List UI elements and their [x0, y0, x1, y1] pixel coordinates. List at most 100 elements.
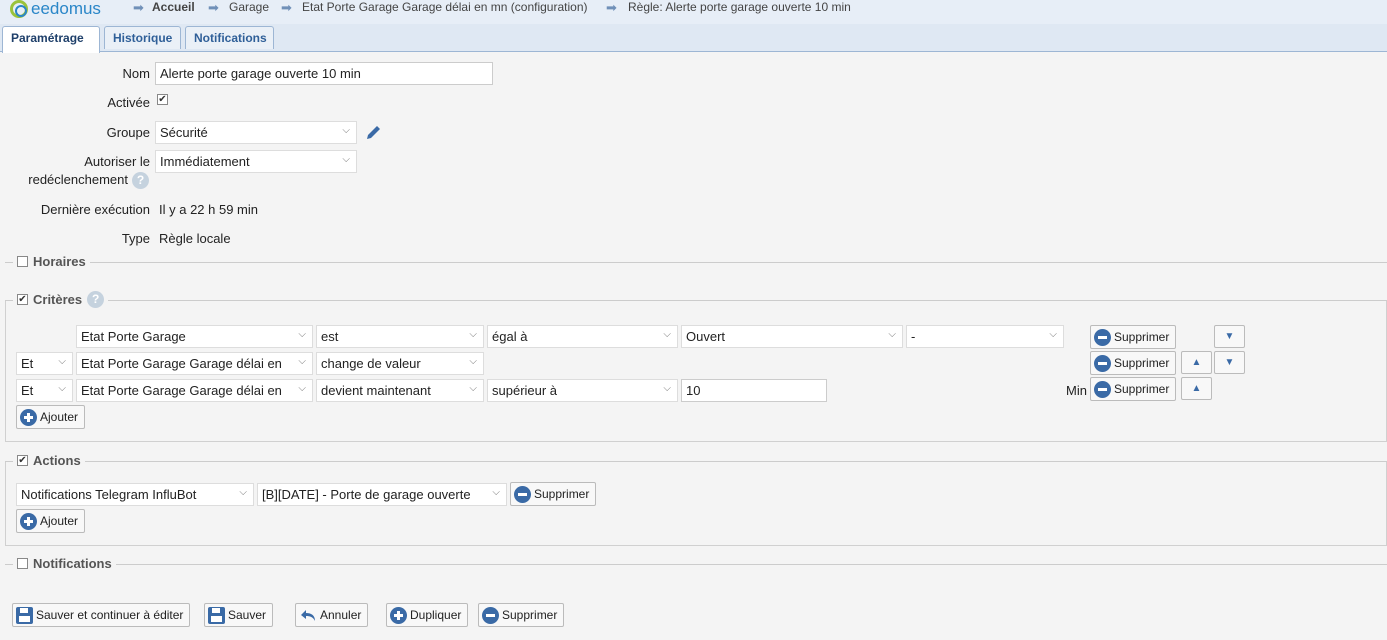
critere-3-op-select[interactable]: supérieur à ⌵ [487, 379, 678, 402]
action-delete-button[interactable]: Supprimer [510, 482, 597, 506]
move-up-button[interactable]: ▲ [1181, 377, 1212, 400]
button-label: Sauver [228, 608, 267, 622]
logo-text: eedomus [31, 0, 101, 18]
chevron-down-icon: ⌵ [492, 487, 500, 498]
chevron-down-icon: ⌵ [469, 383, 477, 394]
criteres-title: Critères [33, 292, 83, 307]
critere-1-extra-select[interactable]: - ⌵ [906, 325, 1064, 348]
select-value: égal à [492, 329, 528, 344]
select-value: Et [21, 356, 34, 371]
duplicate-icon [390, 606, 407, 624]
critere-3-value-input[interactable]: 10 [681, 379, 827, 402]
critere-1-value-select[interactable]: Ouvert ⌵ [681, 325, 903, 348]
arrow-right-icon: ➡ [606, 0, 617, 15]
button-label: Ajouter [40, 514, 79, 528]
tab-notifications[interactable]: Notifications [185, 26, 274, 49]
select-value: Etat Porte Garage Garage délai en [81, 383, 282, 398]
notifications-checkbox[interactable] [17, 558, 28, 569]
breadcrumb-home-link[interactable]: Accueil [152, 0, 195, 14]
duplicate-button[interactable]: Dupliquer [386, 603, 469, 627]
delete-button[interactable]: Supprimer [478, 603, 565, 627]
horaires-title: Horaires [33, 254, 86, 269]
autoriser-label-line2: redéclenchement [28, 172, 128, 187]
critere-3-conj-select[interactable]: Et ⌵ [16, 379, 73, 402]
undo-icon [301, 609, 315, 621]
horaires-legend: Horaires [13, 254, 90, 269]
critere-3-verb-select[interactable]: devient maintenant ⌵ [316, 379, 484, 402]
actions-divider [5, 461, 1387, 462]
criteres-add-button[interactable]: Ajouter [16, 405, 86, 429]
minus-circle-icon [1094, 354, 1111, 372]
critere-2-conj-select[interactable]: Et ⌵ [16, 352, 73, 375]
save-button[interactable]: Sauver [204, 603, 274, 627]
chevron-down-icon: ⌵ [342, 125, 350, 136]
critere-3-device-select[interactable]: Etat Porte Garage Garage délai en ⌵ [76, 379, 313, 402]
minus-circle-icon [482, 606, 499, 624]
actions-add-button[interactable]: Ajouter [16, 509, 86, 533]
select-value: Etat Porte Garage [81, 329, 186, 344]
criteres-checkbox[interactable]: ✔ [17, 294, 28, 305]
tab-historique[interactable]: Historique [104, 26, 181, 49]
breadcrumb-garage-link[interactable]: Garage [229, 0, 269, 14]
action-select[interactable]: [B][DATE] - Porte de garage ouverte ⌵ [257, 483, 507, 506]
horaires-checkbox[interactable] [17, 256, 28, 267]
button-label: Supprimer [534, 487, 590, 501]
autoriser-select-value: Immédiatement [160, 154, 250, 169]
tab-parametrage[interactable]: Paramétrage [2, 26, 100, 53]
activee-label: Activée [107, 95, 150, 110]
nom-label: Nom [122, 66, 150, 81]
chevron-down-icon: ⌵ [239, 487, 247, 498]
action-device-select[interactable]: Notifications Telegram InfluBot ⌵ [16, 483, 254, 506]
floppy-disk-icon [16, 606, 33, 624]
groupe-select-value: Sécurité [160, 125, 208, 140]
criteres-divider [5, 300, 1387, 301]
button-label: Supprimer [502, 608, 558, 622]
move-down-button[interactable]: ▼ [1214, 325, 1245, 348]
arrow-right-icon: ➡ [133, 0, 144, 15]
autoriser-label-line1: Autoriser le [84, 154, 150, 169]
cancel-button[interactable]: Annuler [295, 603, 369, 627]
help-icon[interactable]: ? [132, 172, 149, 189]
groupe-label: Groupe [106, 125, 150, 140]
help-icon[interactable]: ? [87, 291, 105, 308]
select-value: Notifications Telegram InfluBot [21, 487, 197, 502]
move-down-button[interactable]: ▼ [1214, 351, 1245, 374]
button-label: Ajouter [40, 410, 79, 424]
chevron-down-icon: ⌵ [58, 383, 66, 394]
autoriser-select[interactable]: Immédiatement ⌵ [155, 150, 357, 173]
breadcrumb-device-link[interactable]: Etat Porte Garage Garage délai en mn (co… [302, 0, 588, 14]
critere-2-device-select[interactable]: Etat Porte Garage Garage délai en ⌵ [76, 352, 313, 375]
chevron-down-icon: ⌵ [469, 356, 477, 367]
select-value: Ouvert [686, 329, 726, 344]
critere-1-verb-select[interactable]: est ⌵ [316, 325, 484, 348]
critere-1-op-select[interactable]: égal à ⌵ [487, 325, 678, 348]
select-value: Etat Porte Garage Garage délai en [81, 356, 282, 371]
notifications-legend: Notifications [13, 556, 116, 571]
critere-2-verb-select[interactable]: change de valeur ⌵ [316, 352, 484, 375]
arrow-right-icon: ➡ [208, 0, 219, 15]
chevron-down-icon: ⌵ [663, 329, 671, 340]
derniere-execution-label: Dernière exécution [40, 202, 150, 217]
save-continue-button[interactable]: Sauver et continuer à éditer [12, 603, 191, 627]
chevron-down-icon: ⌵ [1049, 329, 1057, 340]
breadcrumb-current: Règle: Alerte porte garage ouverte 10 mi… [628, 0, 851, 14]
minus-circle-icon [514, 485, 531, 503]
critere-1-device-select[interactable]: Etat Porte Garage ⌵ [76, 325, 313, 348]
horaires-divider [5, 262, 1387, 263]
chevron-down-icon: ⌵ [58, 356, 66, 367]
critere-1-delete-button[interactable]: Supprimer [1090, 325, 1177, 349]
nom-input[interactable]: Alerte porte garage ouverte 10 min [155, 62, 493, 85]
actions-checkbox[interactable]: ✔ [17, 455, 28, 466]
groupe-select[interactable]: Sécurité ⌵ [155, 121, 357, 144]
chevron-down-icon: ⌵ [888, 329, 896, 340]
pencil-icon[interactable] [364, 123, 383, 142]
select-value: devient maintenant [321, 383, 431, 398]
move-up-button[interactable]: ▲ [1181, 351, 1212, 374]
notifications-title: Notifications [33, 556, 112, 571]
chevron-down-icon: ⌵ [663, 383, 671, 394]
select-value: est [321, 329, 339, 344]
critere-2-delete-button[interactable]: Supprimer [1090, 351, 1177, 375]
activee-checkbox[interactable]: ✔ [157, 94, 168, 105]
critere-3-delete-button[interactable]: Supprimer [1090, 377, 1177, 401]
type-label: Type [121, 231, 150, 246]
